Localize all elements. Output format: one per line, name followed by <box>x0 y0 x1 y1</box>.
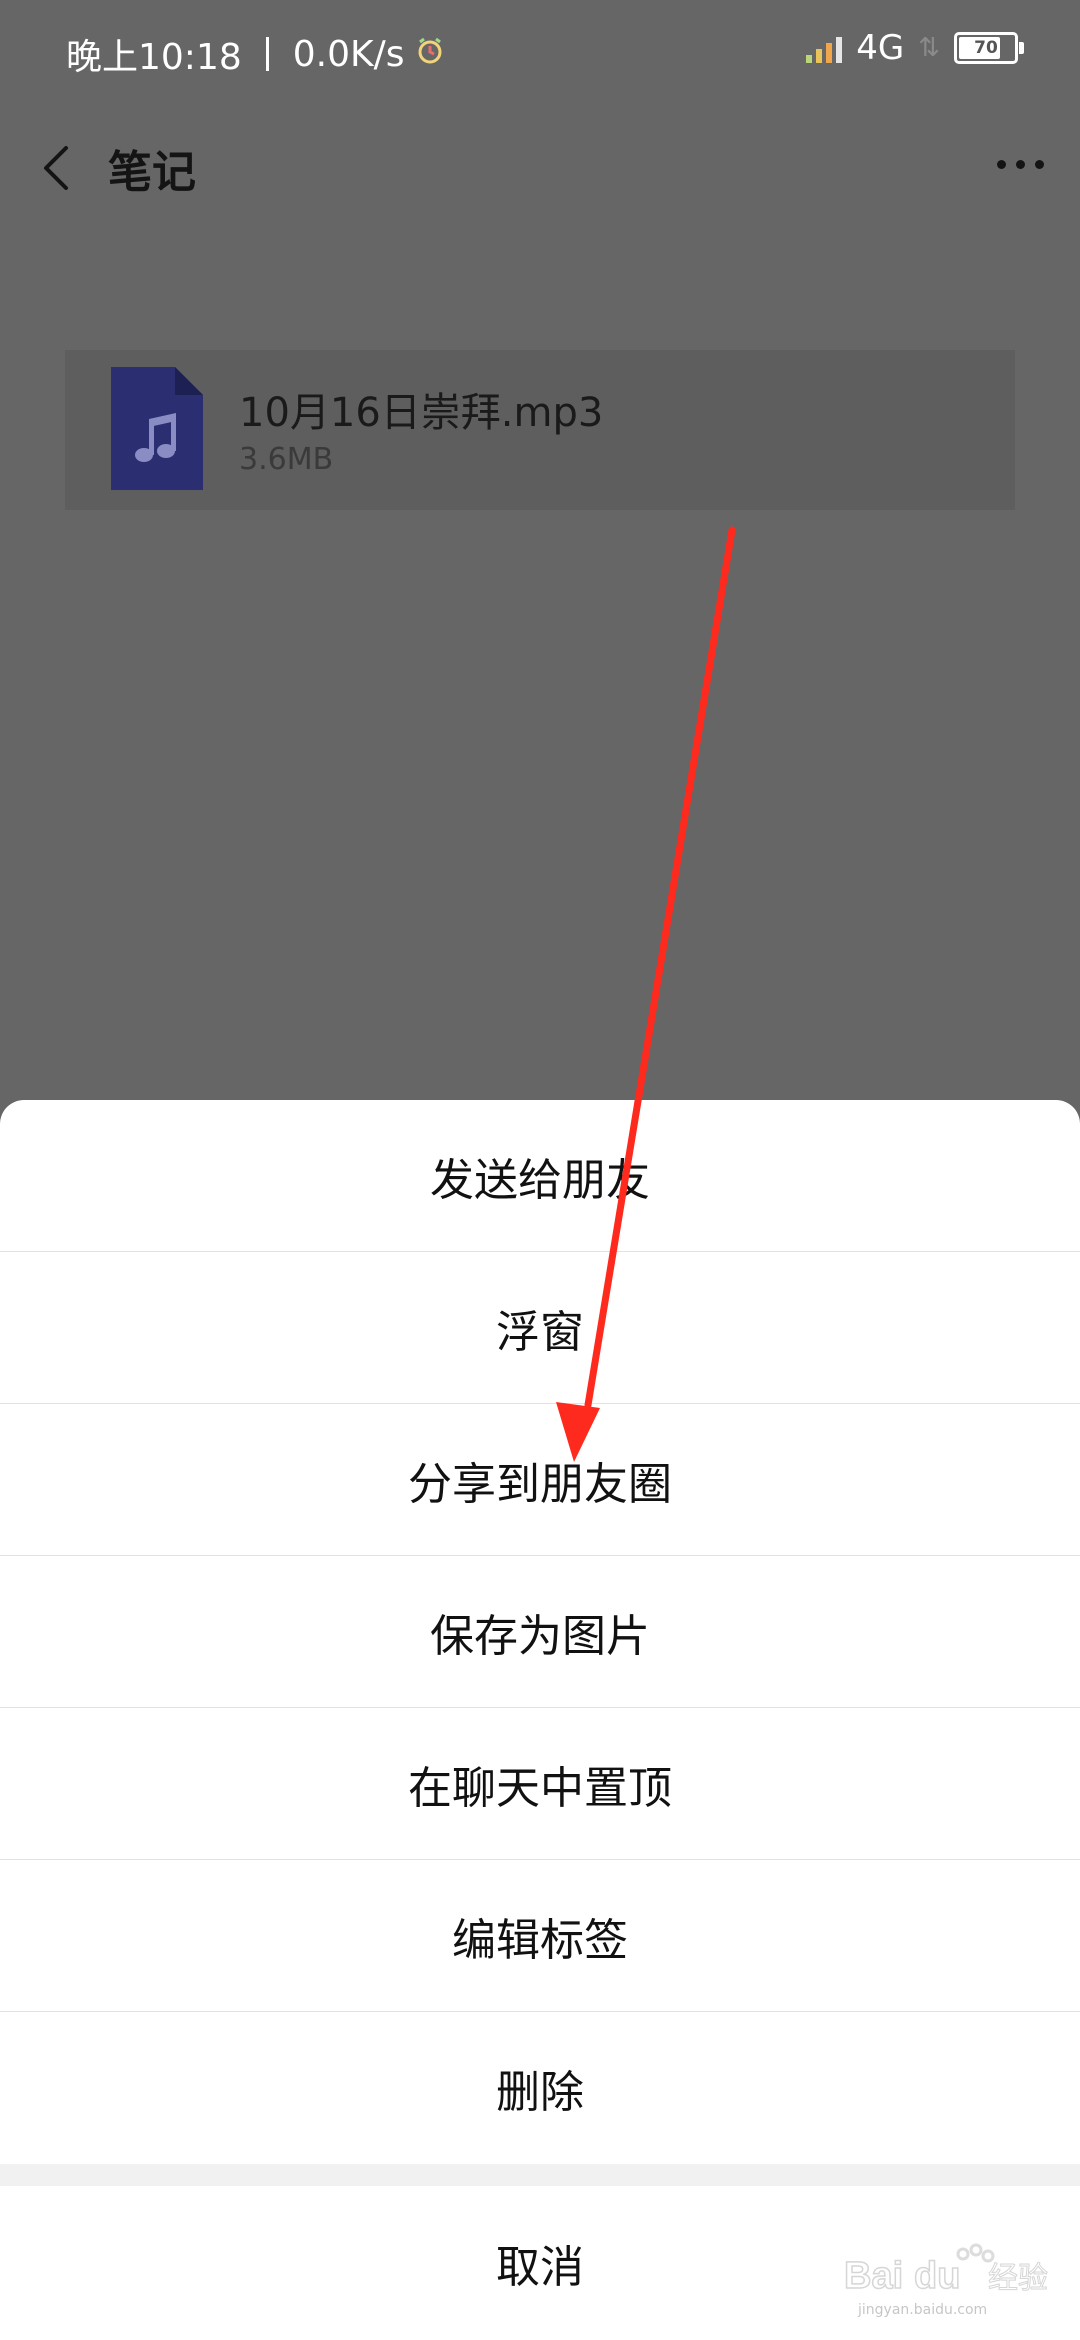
status-time: 晚上10:18 <box>66 37 242 78</box>
network-type: 4G <box>856 28 905 68</box>
status-bar: 晚上10:18 0.0K/s 4G ⇅ 70 <box>0 0 1080 110</box>
baidu-watermark: Bai du 经验 jingyan.baidu.com <box>838 2240 1058 2320</box>
option-save-as-image[interactable]: 保存为图片 <box>0 1556 1080 1708</box>
svg-text:Bai: Bai <box>844 2255 903 2297</box>
app-header: 笔记 <box>0 120 1080 220</box>
svg-text:jingyan.baidu.com: jingyan.baidu.com <box>857 2302 987 2318</box>
music-file-icon <box>111 367 203 490</box>
option-delete[interactable]: 删除 <box>0 2012 1080 2164</box>
file-card[interactable]: 10月16日崇拜.mp3 3.6MB <box>65 350 1015 510</box>
option-edit-tags[interactable]: 编辑标签 <box>0 1860 1080 2012</box>
svg-text:du: du <box>914 2255 960 2297</box>
data-arrows-icon: ⇅ <box>918 33 940 63</box>
status-net-speed: 0.0K/s <box>292 33 405 75</box>
chevron-left-icon[interactable] <box>36 138 76 198</box>
file-size: 3.6MB <box>239 442 334 477</box>
option-share-to-moments[interactable]: 分享到朋友圈 <box>0 1404 1080 1556</box>
option-send-to-friend[interactable]: 发送给朋友 <box>0 1100 1080 1252</box>
battery-icon: 70 <box>954 32 1024 64</box>
status-separator <box>265 37 269 71</box>
more-dots-icon[interactable] <box>997 160 1044 169</box>
file-name: 10月16日崇拜.mp3 <box>239 390 604 436</box>
alarm-clock-icon <box>415 34 445 75</box>
signal-icon <box>806 33 843 63</box>
battery-level: 70 <box>974 38 998 58</box>
svg-text:经验: 经验 <box>988 2261 1048 2296</box>
option-floating-window[interactable]: 浮窗 <box>0 1252 1080 1404</box>
option-pin-in-chat[interactable]: 在聊天中置顶 <box>0 1708 1080 1860</box>
page-title: 笔记 <box>108 147 196 198</box>
action-sheet: 发送给朋友 浮窗 分享到朋友圈 保存为图片 在聊天中置顶 编辑标签 删除 取消 <box>0 1100 1080 2340</box>
sheet-divider <box>0 2164 1080 2186</box>
